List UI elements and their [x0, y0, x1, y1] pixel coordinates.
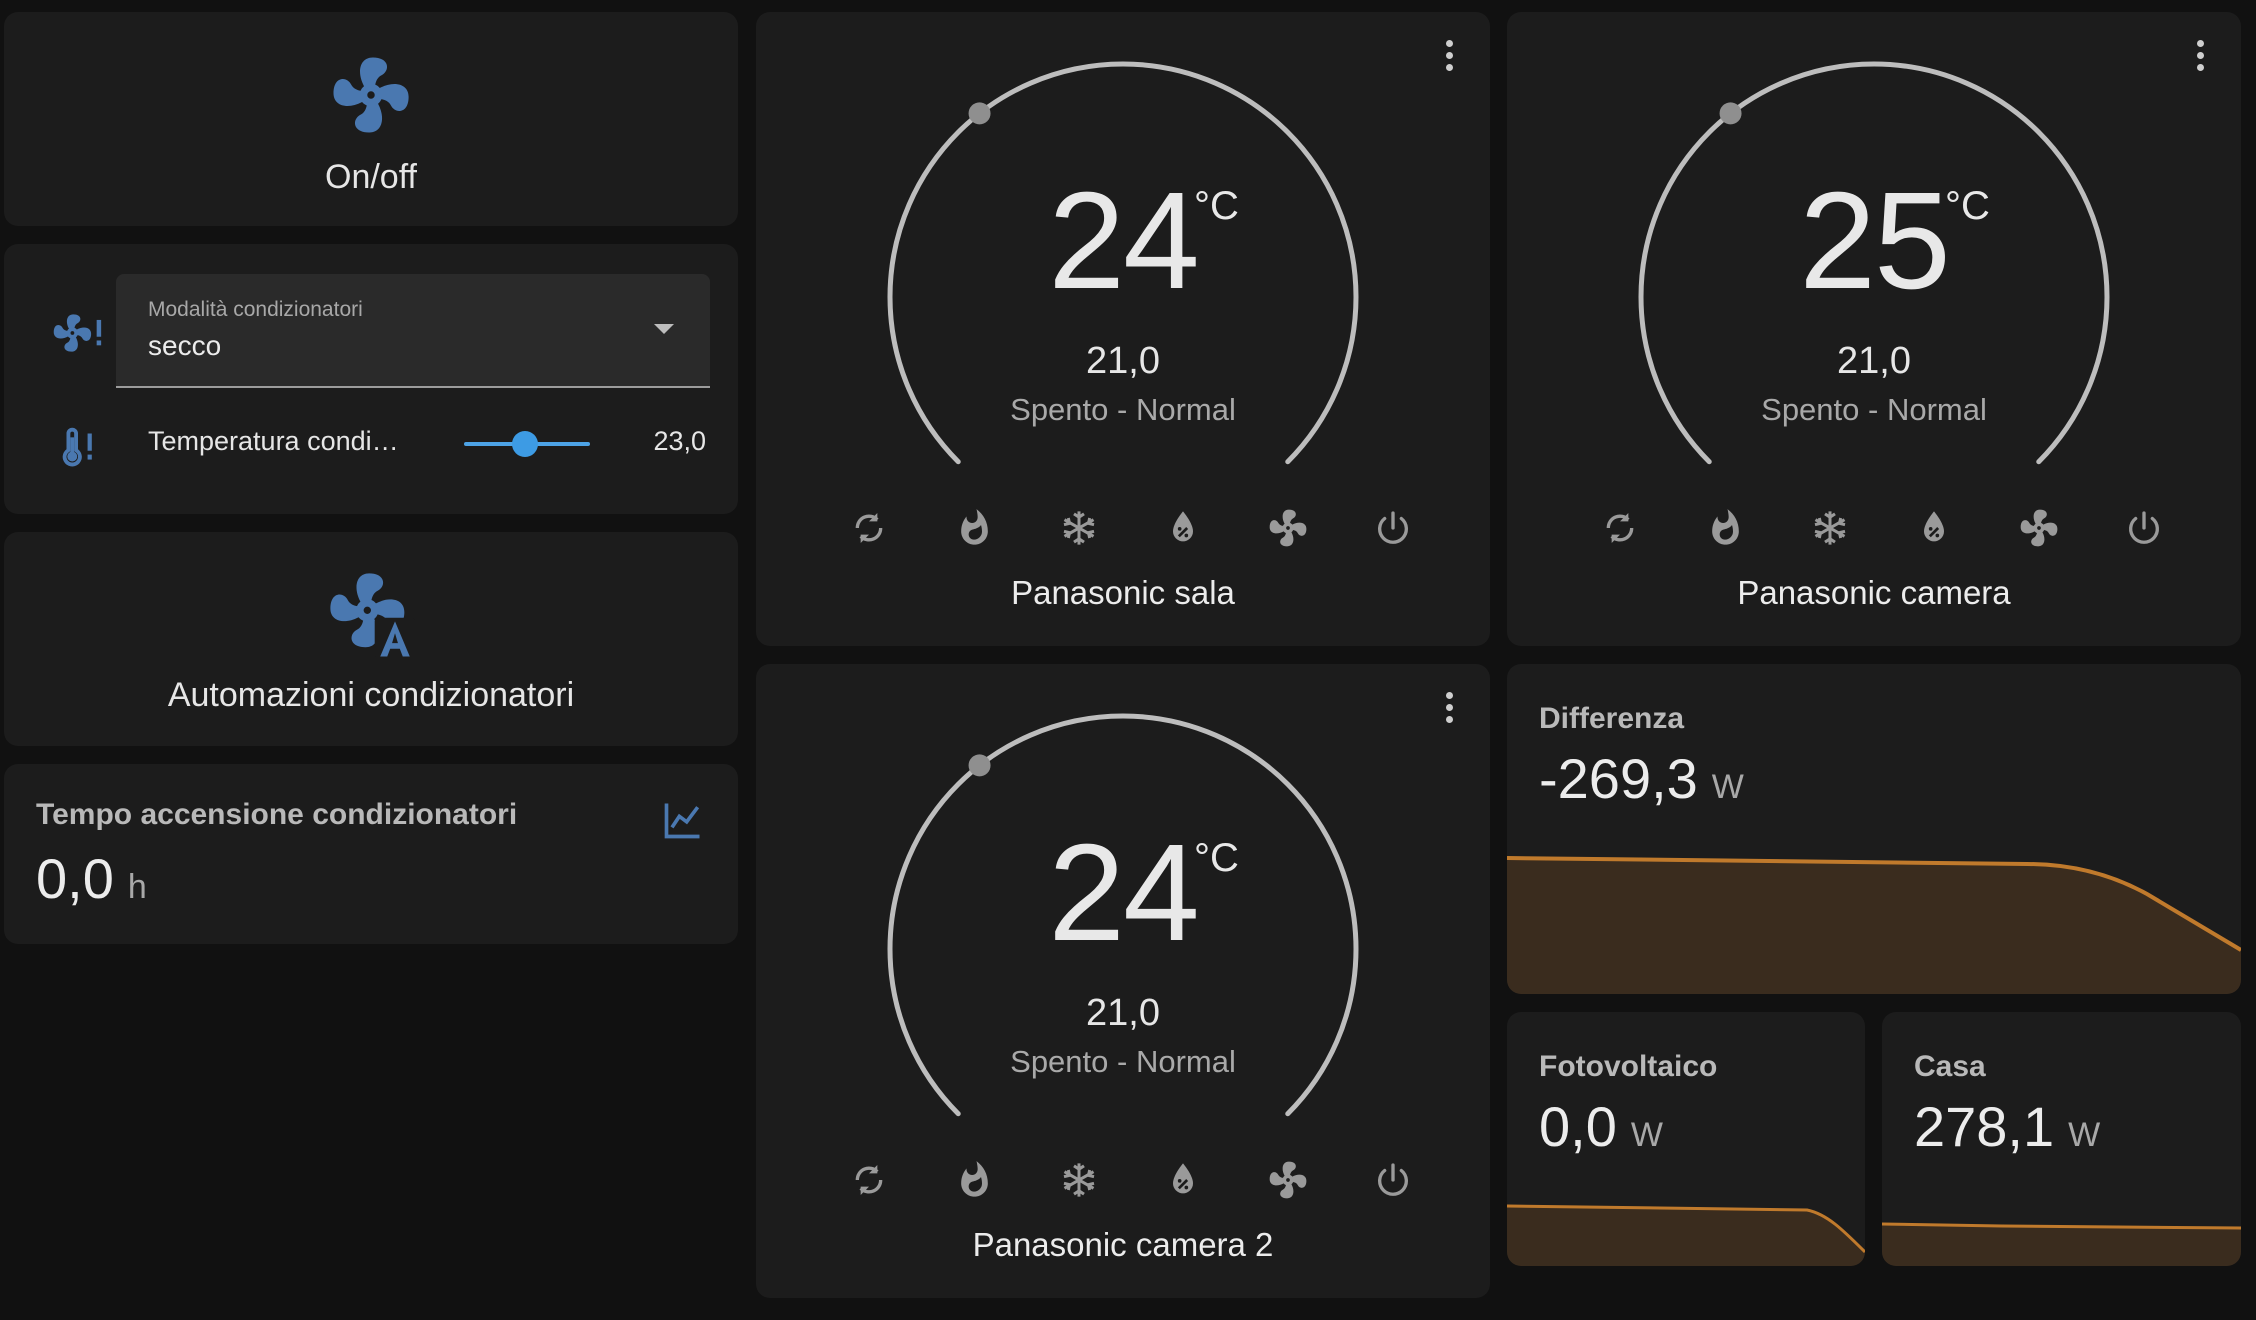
temperature-unit: °C	[1945, 184, 1990, 228]
hvac-state: Spento - Normal	[1761, 392, 1987, 427]
auto-icon[interactable]	[841, 500, 897, 556]
thermostat-name: Panasonic camera	[1737, 574, 2011, 611]
dial-handle[interactable]	[968, 754, 991, 777]
hvac-state: Spento - Normal	[1010, 1044, 1236, 1079]
sensor-unit: W	[1630, 1116, 1663, 1154]
sensor-value-number: -269,3	[1539, 747, 1698, 810]
thermostat-name: Panasonic sala	[1011, 574, 1235, 611]
sensor-value: 0,0 h	[36, 846, 147, 911]
power-icon[interactable]	[1365, 1152, 1421, 1208]
automation-tile-card[interactable]: Automazioni condizionatori	[4, 532, 738, 746]
sensor-unit: W	[2068, 1116, 2101, 1154]
current-temperature: 21,0	[1837, 340, 1911, 382]
fan-only-icon[interactable]	[1260, 1152, 1316, 1208]
target-temperature: 25	[1799, 164, 1951, 318]
thermostat-card[interactable]: 24 °C 21,0 Spento - Normal Panasonic camera …	[756, 664, 1490, 1298]
sensor-name: Differenza	[1539, 702, 1685, 735]
target-temperature: 24	[1048, 816, 1200, 970]
auto-icon[interactable]	[1592, 500, 1648, 556]
chart-line-icon[interactable]	[660, 798, 706, 842]
dry-icon[interactable]	[1906, 500, 1962, 556]
select-label: Modalità condizionatori	[148, 298, 363, 321]
history-graph	[1507, 856, 2241, 994]
history-graph	[1507, 1204, 1865, 1266]
mode-select[interactable]: Modalità condizionatori secco	[116, 274, 710, 388]
thermostat-card[interactable]: 25 °C 21,0 Spento - Normal Panasonic camera	[1507, 12, 2241, 646]
hvac-mode-bar	[841, 500, 1421, 556]
tile-name: On/off	[325, 158, 417, 196]
slider-thumb[interactable]	[512, 431, 538, 457]
energy-sensor-card[interactable]: Fotovoltaico 0,0 W	[1507, 1012, 1865, 1266]
heat-icon[interactable]	[1697, 500, 1753, 556]
hvac-mode-bar	[841, 1152, 1421, 1208]
sensor-unit: W	[1711, 768, 1744, 806]
current-temperature: 21,0	[1086, 340, 1160, 382]
fan-only-icon[interactable]	[2011, 500, 2067, 556]
sensor-name: Fotovoltaico	[1539, 1050, 1718, 1083]
sensor-unit: h	[127, 868, 147, 906]
hvac-state: Spento - Normal	[1010, 392, 1236, 427]
heat-icon[interactable]	[946, 1152, 1002, 1208]
more-options-icon[interactable]	[2195, 40, 2205, 80]
fan-icon[interactable]	[326, 50, 416, 140]
power-icon[interactable]	[2116, 500, 2172, 556]
sensor-value-number: 278,1	[1914, 1095, 2055, 1158]
tile-name: Automazioni condizionatori	[167, 676, 575, 714]
fan-only-icon[interactable]	[1260, 500, 1316, 556]
select-value: secco	[148, 330, 222, 361]
thermometer-alert-icon	[58, 422, 98, 468]
dry-icon[interactable]	[1155, 1152, 1211, 1208]
temperature-unit: °C	[1194, 184, 1239, 228]
energy-sensor-card[interactable]: Differenza -269,3 W	[1507, 664, 2241, 994]
fan-alert-icon	[50, 310, 106, 356]
dial-handle[interactable]	[1719, 102, 1742, 125]
power-icon[interactable]	[1365, 500, 1421, 556]
temperature-unit: °C	[1194, 836, 1239, 880]
thermostat-card[interactable]: 24 °C 21,0 Spento - Normal Panasonic sala	[756, 12, 1490, 646]
sensor-name: Casa	[1914, 1050, 1986, 1083]
auto-icon[interactable]	[841, 1152, 897, 1208]
cool-icon[interactable]	[1051, 500, 1107, 556]
more-options-icon[interactable]	[1444, 40, 1454, 80]
fan-auto-icon[interactable]	[323, 566, 419, 662]
cool-icon[interactable]	[1802, 500, 1858, 556]
sensor-name: Tempo accensione condizionatori	[36, 798, 518, 831]
history-graph	[1882, 1222, 2241, 1266]
onoff-tile-card[interactable]: On/off	[4, 12, 738, 226]
heat-icon[interactable]	[946, 500, 1002, 556]
sensor-value-number: 0,0	[1539, 1095, 1617, 1158]
slider-value: 23,0	[653, 426, 706, 456]
sensor-value-number: 0,0	[36, 847, 114, 910]
thermostat-name: Panasonic camera 2	[972, 1226, 1274, 1263]
slider-name: Temperatura condi…	[148, 426, 399, 456]
sensor-value: 278,1 W	[1914, 1094, 2100, 1159]
dry-icon[interactable]	[1155, 500, 1211, 556]
energy-sensor-card[interactable]: Casa 278,1 W	[1882, 1012, 2241, 1266]
sensor-value: -269,3 W	[1539, 746, 1744, 811]
target-temperature: 24	[1048, 164, 1200, 318]
hvac-mode-bar	[1592, 500, 2172, 556]
sensor-value: 0,0 W	[1539, 1094, 1663, 1159]
chevron-down-icon[interactable]	[654, 324, 674, 334]
modes-entities-card: Modalità condizionatori secco Temperatur…	[4, 244, 738, 514]
dial-handle[interactable]	[968, 102, 991, 125]
current-temperature: 21,0	[1086, 992, 1160, 1034]
cool-icon[interactable]	[1051, 1152, 1107, 1208]
more-options-icon[interactable]	[1444, 692, 1454, 732]
tempo-sensor-card[interactable]: Tempo accensione condizionatori 0,0 h	[4, 764, 738, 944]
